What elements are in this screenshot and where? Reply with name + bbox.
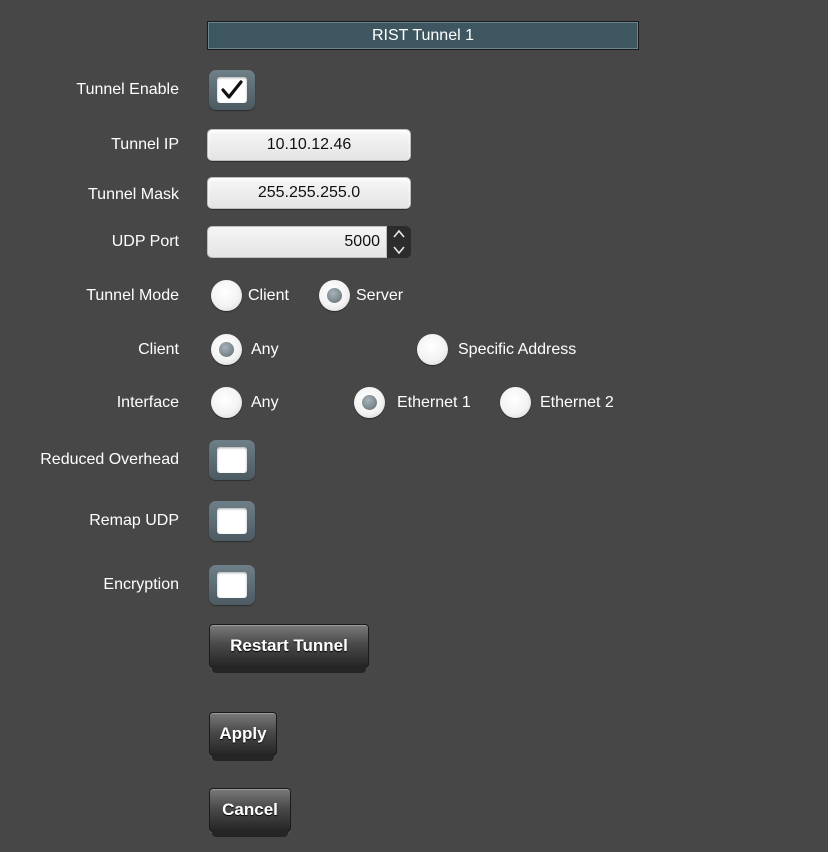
remap-udp-label: Remap UDP	[89, 512, 179, 529]
tunnel-mode-client-radio[interactable]	[211, 280, 242, 311]
checkbox-box	[217, 447, 247, 473]
tunnel-ip-field[interactable]: 10.10.12.46	[207, 129, 411, 161]
checkmark-icon	[221, 80, 243, 99]
interface-ethernet1-label: Ethernet 1	[397, 394, 471, 411]
tunnel-mode-server-label: Server	[356, 287, 404, 304]
apply-button[interactable]: Apply	[209, 712, 277, 761]
reduced-overhead-checkbox[interactable]	[209, 440, 255, 480]
cancel-button[interactable]: Cancel	[209, 788, 291, 837]
udp-port-input[interactable]: 5000	[207, 226, 387, 258]
interface-ethernet2-radio[interactable]	[500, 387, 531, 418]
udp-port-label: UDP Port	[111, 233, 179, 250]
tunnel-ip-label: Tunnel IP	[111, 136, 179, 153]
tunnel-mode-server-radio[interactable]	[319, 280, 350, 311]
client-label: Client	[138, 341, 179, 358]
tunnel-mask-field[interactable]: 255.255.255.0	[207, 177, 411, 209]
encryption-checkbox[interactable]	[209, 565, 255, 605]
tunnel-mask-label: Tunnel Mask	[88, 186, 179, 203]
interface-ethernet1-radio[interactable]	[354, 387, 385, 418]
panel-title: RIST Tunnel 1	[207, 21, 639, 50]
interface-any-label: Any	[251, 394, 279, 411]
rist-tunnel-panel: RIST Tunnel 1 Tunnel Enable Tunnel IP 10…	[0, 0, 828, 852]
client-any-radio[interactable]	[211, 334, 242, 365]
client-specific-radio[interactable]	[417, 334, 448, 365]
restart-tunnel-button[interactable]: Restart Tunnel	[209, 624, 369, 673]
interface-ethernet2-label: Ethernet 2	[540, 394, 614, 411]
tunnel-enable-label: Tunnel Enable	[76, 81, 179, 98]
interface-any-radio[interactable]	[211, 387, 242, 418]
chevron-up-icon[interactable]	[387, 226, 411, 242]
tunnel-enable-checkbox[interactable]	[209, 70, 255, 110]
client-specific-label: Specific Address	[458, 341, 577, 358]
udp-port-stepper[interactable]	[387, 226, 411, 258]
remap-udp-checkbox[interactable]	[209, 501, 255, 541]
tunnel-mode-label: Tunnel Mode	[86, 287, 179, 304]
tunnel-mode-client-label: Client	[248, 287, 289, 304]
checkbox-box	[217, 508, 247, 534]
encryption-label: Encryption	[103, 576, 179, 593]
chevron-down-icon[interactable]	[387, 242, 411, 258]
right-border	[828, 0, 838, 852]
reduced-overhead-label: Reduced Overhead	[40, 451, 179, 468]
interface-label: Interface	[116, 394, 179, 411]
checkbox-box	[217, 572, 247, 598]
checkbox-box	[217, 77, 247, 103]
client-any-label: Any	[251, 341, 279, 358]
